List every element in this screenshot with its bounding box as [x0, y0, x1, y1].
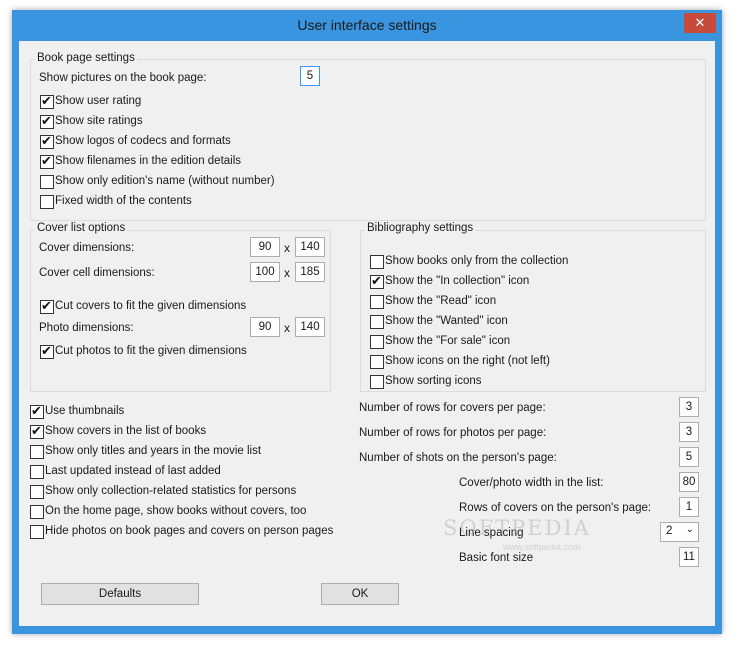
general-checkbox-2[interactable]	[30, 445, 44, 459]
photo-dim-separator: x	[284, 321, 290, 335]
book-page-checkbox-label-5: Fixed width of the contents	[55, 195, 192, 207]
bibliography-checkbox-4[interactable]	[370, 335, 384, 349]
close-button[interactable]: ✕	[684, 13, 716, 33]
cover-list-width-input[interactable]: 80	[679, 472, 699, 492]
cut-covers-checkbox[interactable]: ✔	[40, 298, 54, 314]
bibliography-checkbox-1[interactable]: ✔	[370, 273, 384, 289]
bibliography-checkbox-2[interactable]	[370, 295, 384, 309]
check-icon: ✔	[41, 298, 52, 313]
general-checkbox-label-0: Use thumbnails	[45, 405, 125, 417]
shots-input[interactable]: 5	[679, 447, 699, 467]
bibliography-checkbox-label-1: Show the "In collection" icon	[385, 275, 530, 287]
general-checkbox-0[interactable]: ✔	[30, 403, 44, 419]
cover-list-group-title: Cover list options	[35, 222, 128, 234]
cover-dimensions-label: Cover dimensions:	[39, 242, 135, 254]
cell-width-input[interactable]: 100	[250, 262, 280, 282]
check-icon: ✔	[41, 343, 52, 358]
check-icon: ✔	[31, 403, 42, 418]
general-checkbox-1[interactable]: ✔	[30, 423, 44, 439]
book-page-checkbox-5[interactable]	[40, 195, 54, 209]
check-icon: ✔	[41, 153, 52, 168]
general-checkbox-label-2: Show only titles and years in the movie …	[45, 445, 262, 457]
general-checkbox-6[interactable]	[30, 525, 44, 539]
bibliography-checkbox-6[interactable]	[370, 375, 384, 389]
bibliography-checkbox-5[interactable]	[370, 355, 384, 369]
pictures-label: Show pictures on the book page:	[39, 72, 207, 84]
line-spacing-select[interactable]: 2 ⌄	[660, 522, 699, 542]
cut-covers-label: Cut covers to fit the given dimensions	[55, 300, 247, 312]
general-checkbox-4[interactable]	[30, 485, 44, 499]
title-bar[interactable]: User interface settings ✕	[12, 10, 722, 40]
cover-height-input[interactable]: 140	[295, 237, 325, 257]
general-checkbox-label-6: Hide photos on book pages and covers on …	[45, 525, 334, 537]
window-title: User interface settings	[297, 17, 437, 33]
bibliography-checkbox-label-2: Show the "Read" icon	[385, 295, 497, 307]
cover-dim-separator: x	[284, 241, 290, 255]
book-page-checkbox-0[interactable]: ✔	[40, 93, 54, 109]
cover-width-label: Cover/photo width in the list:	[459, 477, 604, 489]
cover-width-input[interactable]: 90	[250, 237, 280, 257]
cell-dim-separator: x	[284, 266, 290, 280]
book-page-group-title: Book page settings	[35, 52, 137, 64]
ok-button[interactable]: OK	[321, 583, 399, 605]
book-page-checkbox-label-0: Show user rating	[55, 95, 142, 107]
bibliography-checkbox-label-3: Show the "Wanted" icon	[385, 315, 508, 327]
book-page-checkbox-label-3: Show filenames in the edition details	[55, 155, 242, 167]
bibliography-checkbox-label-5: Show icons on the right (not left)	[385, 355, 550, 367]
general-checkbox-5[interactable]	[30, 505, 44, 519]
photo-height-input[interactable]: 140	[295, 317, 325, 337]
line-spacing-value: 2	[666, 525, 673, 537]
book-page-checkbox-label-4: Show only edition's name (without number…	[55, 175, 275, 187]
book-page-checkbox-1[interactable]: ✔	[40, 113, 54, 129]
check-icon: ✔	[31, 423, 42, 438]
rows-person-label: Rows of covers on the person's page:	[459, 502, 652, 514]
book-page-checkbox-label-2: Show logos of codecs and formats	[55, 135, 231, 147]
photo-dimensions-label: Photo dimensions:	[39, 322, 134, 334]
font-size-label: Basic font size	[459, 552, 534, 564]
shots-label: Number of shots on the person's page:	[359, 452, 557, 464]
bibliography-checkbox-label-6: Show sorting icons	[385, 375, 482, 387]
book-page-checkbox-3[interactable]: ✔	[40, 153, 54, 169]
dialog-body: Book page settings Show pictures on the …	[19, 41, 715, 626]
check-icon: ✔	[41, 93, 52, 108]
bibliography-checkbox-label-0: Show books only from the collection	[385, 255, 569, 267]
rows-person-input[interactable]: 1	[679, 497, 699, 517]
general-checkbox-label-5: On the home page, show books without cov…	[45, 505, 307, 517]
general-checkbox-label-4: Show only collection-related statistics …	[45, 485, 297, 497]
rows-covers-label: Number of rows for covers per page:	[359, 402, 546, 414]
general-checkbox-label-3: Last updated instead of last added	[45, 465, 221, 477]
rows-photos-input[interactable]: 3	[679, 422, 699, 442]
bibliography-group-title: Bibliography settings	[365, 222, 476, 234]
photo-width-input[interactable]: 90	[250, 317, 280, 337]
check-icon: ✔	[41, 113, 52, 128]
settings-window: User interface settings ✕ Book page sett…	[12, 10, 722, 634]
check-icon: ✔	[371, 273, 382, 288]
bibliography-checkbox-label-4: Show the "For sale" icon	[385, 335, 511, 347]
general-checkbox-3[interactable]	[30, 465, 44, 479]
rows-photos-label: Number of rows for photos per page:	[359, 427, 547, 439]
chevron-down-icon: ⌄	[685, 524, 694, 535]
cut-photos-checkbox[interactable]: ✔	[40, 343, 54, 359]
book-page-checkbox-2[interactable]: ✔	[40, 133, 54, 149]
cut-photos-label: Cut photos to fit the given dimensions	[55, 345, 247, 357]
rows-covers-input[interactable]: 3	[679, 397, 699, 417]
bibliography-checkbox-0[interactable]	[370, 255, 384, 269]
general-checkbox-label-1: Show covers in the list of books	[45, 425, 207, 437]
softpedia-watermark: SOFTPEDIA	[443, 516, 591, 540]
pictures-input[interactable]: 5	[300, 66, 320, 86]
check-icon: ✔	[41, 133, 52, 148]
defaults-button[interactable]: Defaults	[41, 583, 199, 605]
book-page-checkbox-4[interactable]	[40, 175, 54, 189]
bibliography-checkbox-3[interactable]	[370, 315, 384, 329]
cell-dimensions-label: Cover cell dimensions:	[39, 267, 155, 279]
cell-height-input[interactable]: 185	[295, 262, 325, 282]
softpedia-url-watermark: www.softpedia.com	[503, 542, 581, 552]
font-size-input[interactable]: 11	[679, 547, 699, 567]
book-page-checkbox-label-1: Show site ratings	[55, 115, 143, 127]
